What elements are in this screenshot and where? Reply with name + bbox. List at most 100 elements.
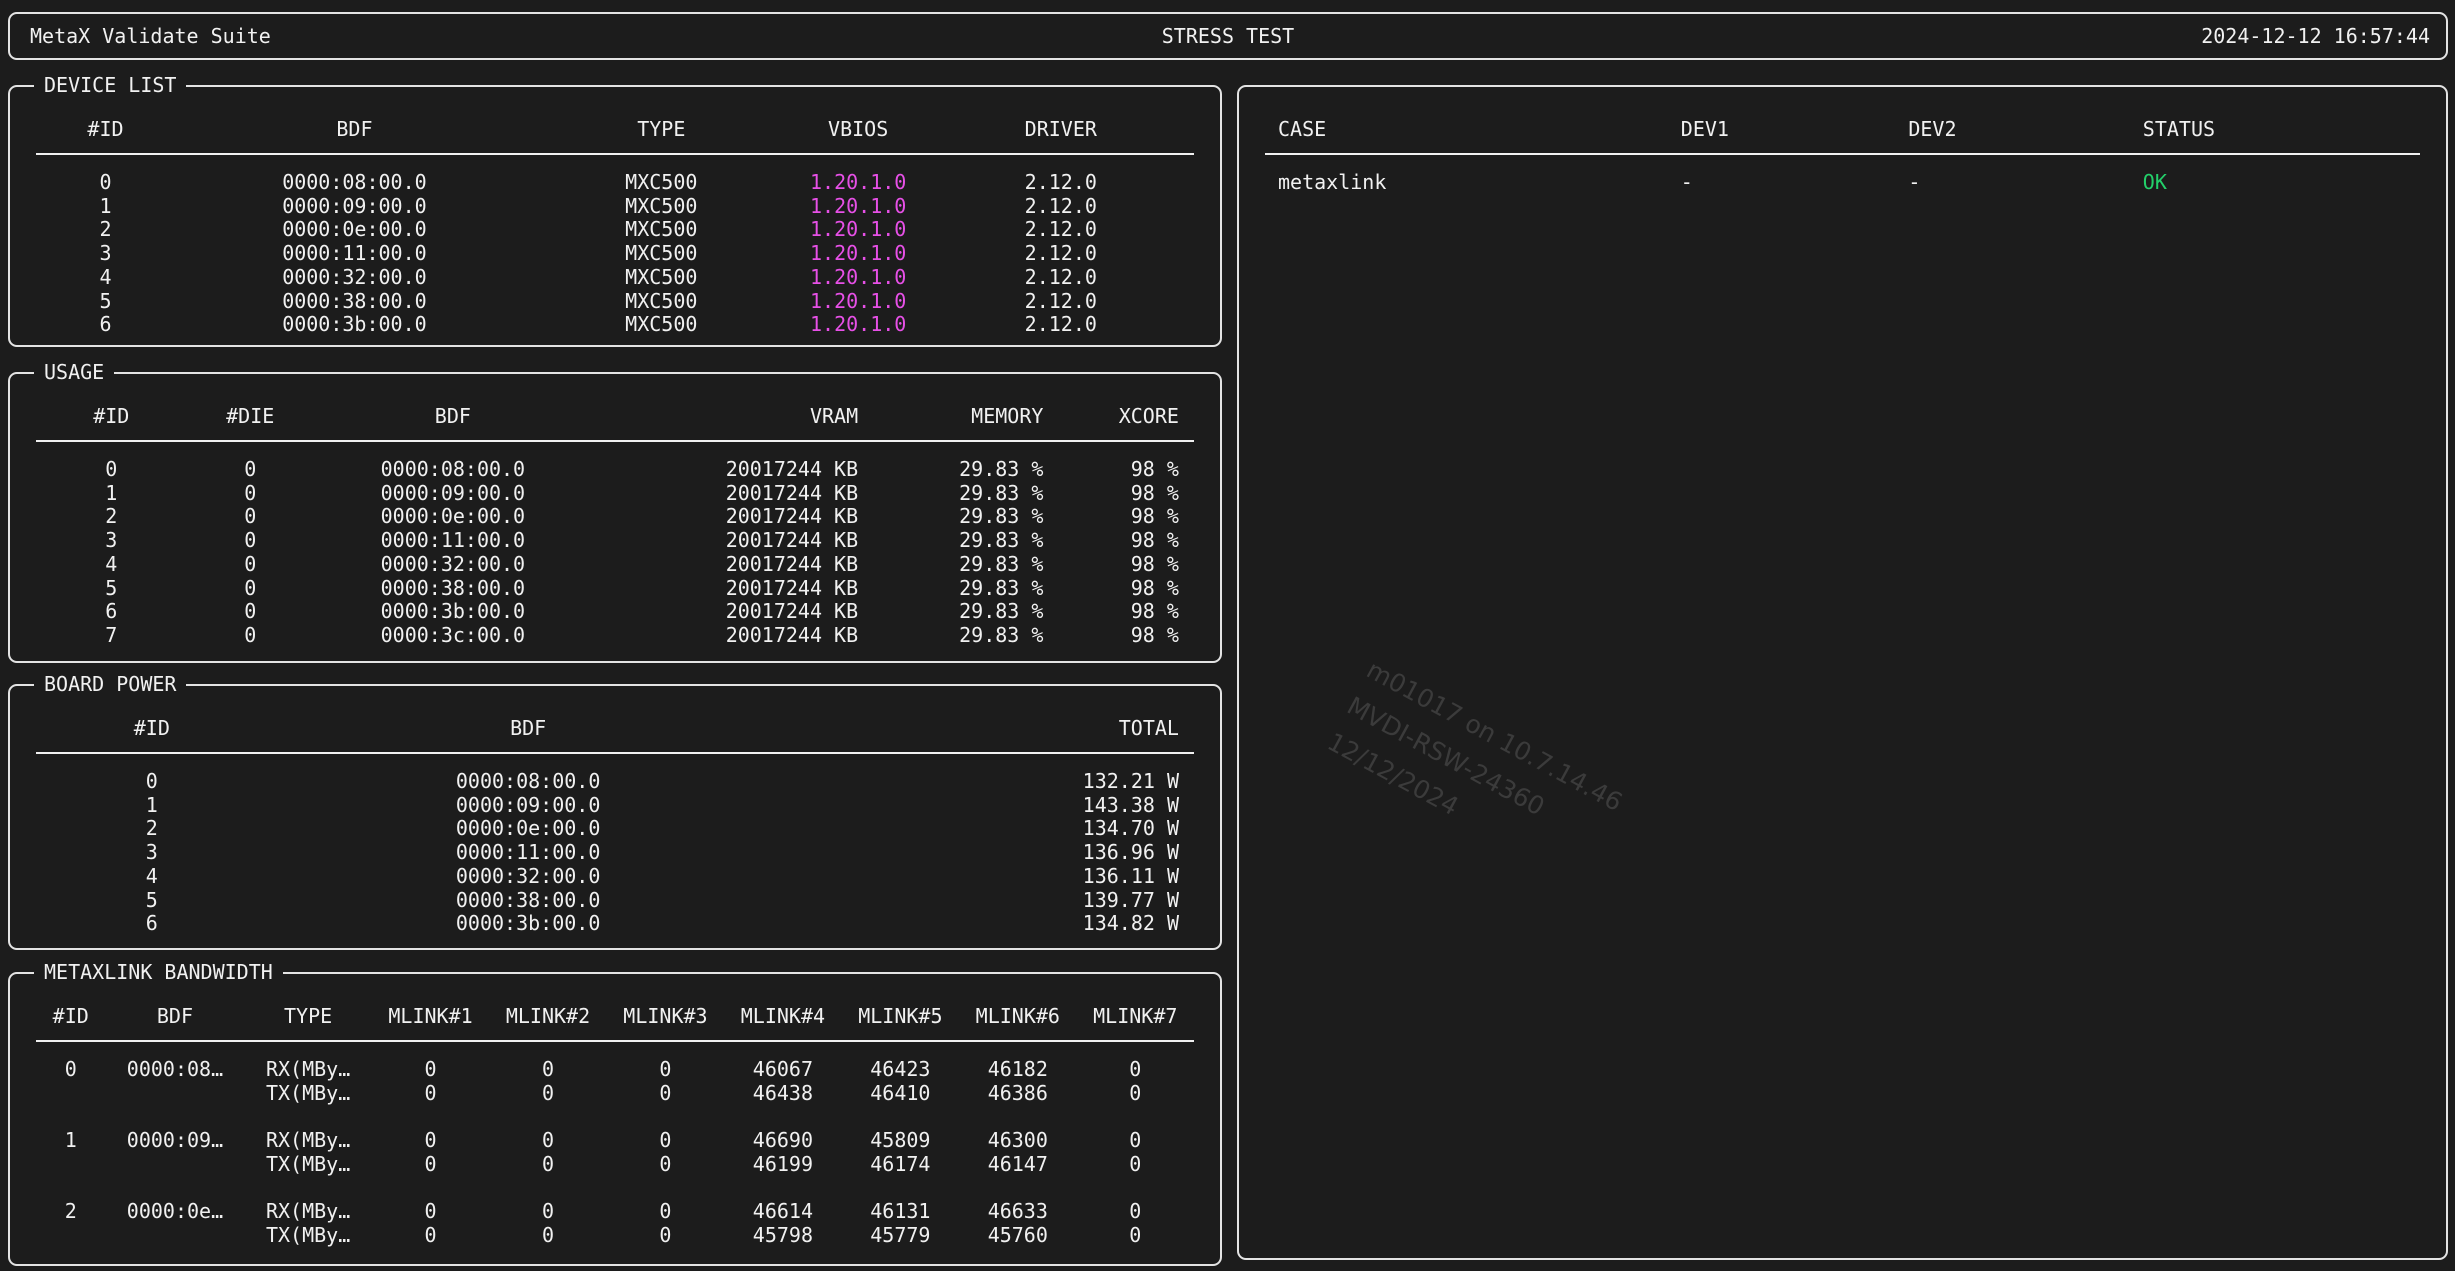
cell-vram: 20017244 KB <box>592 458 858 482</box>
power-row-0: 0 0000:08:00.0 132.21 W <box>36 770 1194 794</box>
cell-id: 3 <box>36 841 268 865</box>
cell-bdf: 0000:3c:00.0 <box>314 624 592 648</box>
device-list-panel: DEVICE LIST #ID BDF TYPE VBIOS DRIVER 0 … <box>8 85 1222 347</box>
mlink-rx-row-1: 1 0000:09… RX(MBy… 0 0 0 46690 45809 463… <box>36 1129 1194 1153</box>
cell-bdf: 0000:0e:00.0 <box>175 218 534 242</box>
device-row-2: 2 0000:0e:00.0 MXC500 1.20.1.0 2.12.0 <box>36 218 1194 242</box>
cell-empty <box>36 1224 105 1248</box>
cell-xcore: 98 % <box>1043 577 1194 601</box>
cell-mlink1: 0 <box>372 1200 489 1224</box>
cell-id: 6 <box>36 912 268 936</box>
cell-memory: 29.83 % <box>858 505 1043 529</box>
cell-type: TX(MBy… <box>244 1153 371 1177</box>
test-case-row-0: metaxlink - - OK <box>1265 171 2420 195</box>
cell-id: 4 <box>36 553 187 577</box>
cell-mlink1: 0 <box>372 1129 489 1153</box>
cell-mlink7: 0 <box>1077 1200 1194 1224</box>
cell-bdf: 0000:09:00.0 <box>268 794 789 818</box>
cell-id: 1 <box>36 1129 105 1153</box>
cell-xcore: 98 % <box>1043 482 1194 506</box>
cell-total: 136.96 W <box>789 841 1194 865</box>
cell-mlink7: 0 <box>1077 1224 1194 1248</box>
device-row-5: 5 0000:38:00.0 MXC500 1.20.1.0 2.12.0 <box>36 290 1194 314</box>
test-results-header: CASE DEV1 DEV2 STATUS <box>1265 117 2420 141</box>
cell-id: 5 <box>36 889 268 913</box>
board-power-header: #ID BDF TOTAL <box>36 716 1194 740</box>
cell-dev1: - <box>1681 171 1909 195</box>
cell-memory: 29.83 % <box>858 577 1043 601</box>
cell-bdf: 0000:3b:00.0 <box>268 912 789 936</box>
cell-driver: 2.12.0 <box>928 290 1194 314</box>
cell-mlink3: 0 <box>607 1082 724 1106</box>
usage-row-1: 1 0 0000:09:00.0 20017244 KB 29.83 % 98 … <box>36 482 1194 506</box>
cell-type: RX(MBy… <box>244 1129 371 1153</box>
col-header-type: TYPE <box>534 117 789 141</box>
cell-mlink2: 0 <box>489 1200 606 1224</box>
cell-id: 1 <box>36 794 268 818</box>
cell-bdf: 0000:11:00.0 <box>268 841 789 865</box>
cell-memory: 29.83 % <box>858 624 1043 648</box>
cell-mlink4: 46614 <box>724 1200 841 1224</box>
device-row-4: 4 0000:32:00.0 MXC500 1.20.1.0 2.12.0 <box>36 266 1194 290</box>
usage-row-4: 4 0 0000:32:00.0 20017244 KB 29.83 % 98 … <box>36 553 1194 577</box>
cell-type: MXC500 <box>534 266 789 290</box>
cell-driver: 2.12.0 <box>928 266 1194 290</box>
cell-die: 0 <box>187 600 314 624</box>
cell-mlink1: 0 <box>372 1153 489 1177</box>
power-row-3: 3 0000:11:00.0 136.96 W <box>36 841 1194 865</box>
cell-id: 0 <box>36 770 268 794</box>
row-spacer <box>36 1105 1194 1129</box>
top-bar: MetaX Validate Suite STRESS TEST 2024-12… <box>8 12 2448 60</box>
cell-mlink2: 0 <box>489 1129 606 1153</box>
cell-id: 0 <box>36 1058 105 1082</box>
cell-memory: 29.83 % <box>858 600 1043 624</box>
cell-bdf: 0000:38:00.0 <box>314 577 592 601</box>
cell-xcore: 98 % <box>1043 553 1194 577</box>
power-row-5: 5 0000:38:00.0 139.77 W <box>36 889 1194 913</box>
cell-mlink3: 0 <box>607 1058 724 1082</box>
col-header-bdf: BDF <box>314 404 592 428</box>
cell-type: MXC500 <box>534 242 789 266</box>
cell-die: 0 <box>187 529 314 553</box>
cell-id: 1 <box>36 195 175 219</box>
col-header-mlink6: MLINK#6 <box>959 1004 1076 1028</box>
cell-die: 0 <box>187 482 314 506</box>
cell-xcore: 98 % <box>1043 624 1194 648</box>
col-header-type: TYPE <box>244 1004 371 1028</box>
cell-bdf: 0000:11:00.0 <box>314 529 592 553</box>
col-header-dev2: DEV2 <box>1908 117 2142 141</box>
cell-die: 0 <box>187 458 314 482</box>
cell-bdf: 0000:32:00.0 <box>268 865 789 889</box>
cell-memory: 29.83 % <box>858 529 1043 553</box>
col-header-driver: DRIVER <box>928 117 1194 141</box>
cell-empty <box>105 1153 244 1177</box>
device-row-3: 3 0000:11:00.0 MXC500 1.20.1.0 2.12.0 <box>36 242 1194 266</box>
mlink-tx-row-1: TX(MBy… 0 0 0 46199 46174 46147 0 <box>36 1153 1194 1177</box>
cell-type: MXC500 <box>534 218 789 242</box>
cell-vbios: 1.20.1.0 <box>789 266 928 290</box>
col-header-id: #ID <box>36 117 175 141</box>
cell-mlink5: 46423 <box>842 1058 959 1082</box>
cell-total: 136.11 W <box>789 865 1194 889</box>
cell-bdf: 0000:08… <box>105 1058 244 1082</box>
cell-id: 5 <box>36 290 175 314</box>
col-header-id: #ID <box>36 404 187 428</box>
cell-vram: 20017244 KB <box>592 553 858 577</box>
cell-id: 4 <box>36 266 175 290</box>
cell-type: MXC500 <box>534 290 789 314</box>
power-row-6: 6 0000:3b:00.0 134.82 W <box>36 912 1194 936</box>
col-header-status: STATUS <box>2143 117 2420 141</box>
cell-id: 3 <box>36 529 187 553</box>
cell-vram: 20017244 KB <box>592 505 858 529</box>
cell-bdf: 0000:0e:00.0 <box>314 505 592 529</box>
col-header-mlink4: MLINK#4 <box>724 1004 841 1028</box>
device-list-header: #ID BDF TYPE VBIOS DRIVER <box>36 117 1194 141</box>
cell-mlink6: 46386 <box>959 1082 1076 1106</box>
col-header-id: #ID <box>36 716 268 740</box>
cell-bdf: 0000:0e… <box>105 1200 244 1224</box>
power-row-4: 4 0000:32:00.0 136.11 W <box>36 865 1194 889</box>
cell-empty <box>105 1224 244 1248</box>
cell-id: 3 <box>36 242 175 266</box>
cell-id: 2 <box>36 1200 105 1224</box>
col-header-vbios: VBIOS <box>789 117 928 141</box>
